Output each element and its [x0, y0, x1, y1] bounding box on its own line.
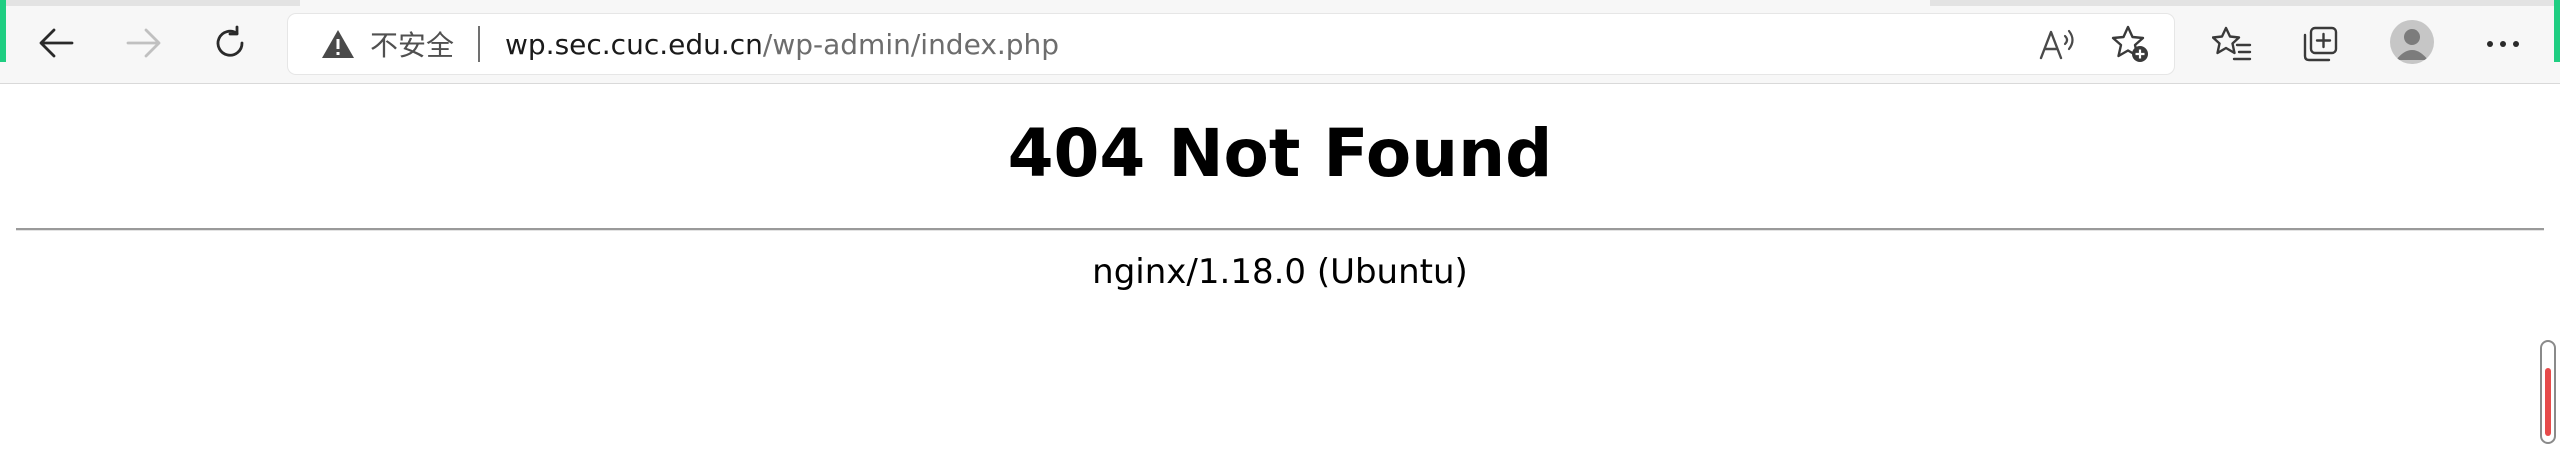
page-content: 404 Not Found nginx/1.18.0 (Ubuntu) — [0, 84, 2560, 462]
read-aloud-button[interactable] — [2036, 22, 2080, 66]
forward-button[interactable] — [118, 20, 170, 66]
url-text[interactable]: wp.sec.cuc.edu.cn/wp-admin/index.php — [505, 22, 1059, 66]
more-button[interactable] — [2478, 22, 2528, 66]
window-accent-right — [2554, 0, 2560, 62]
server-signature: nginx/1.18.0 (Ubuntu) — [1092, 252, 1468, 292]
star-plus-icon — [2111, 25, 2148, 62]
arrow-left-icon — [39, 28, 74, 58]
url-host: wp.sec.cuc.edu.cn — [505, 27, 763, 61]
browser-toolbar: 不安全 wp.sec.cuc.edu.cn/wp-admin/index.php — [0, 0, 2560, 84]
arrow-right-icon — [126, 28, 161, 58]
add-favorite-button[interactable] — [2106, 20, 2154, 68]
address-divider — [478, 26, 480, 62]
profile-button[interactable] — [2390, 20, 2434, 64]
horizontal-rule — [16, 228, 2544, 231]
site-info-button[interactable] — [318, 24, 358, 64]
collections-icon — [2303, 26, 2338, 62]
not-secure-label[interactable]: 不安全 — [370, 22, 454, 66]
browser-window: 不安全 wp.sec.cuc.edu.cn/wp-admin/index.php — [0, 0, 2560, 462]
favorites-list-icon — [2212, 26, 2252, 61]
refresh-button[interactable] — [205, 18, 255, 68]
read-aloud-icon — [2039, 29, 2074, 60]
more-dots-icon — [2487, 41, 2519, 47]
collections-button[interactable] — [2296, 20, 2344, 68]
tab-strip — [0, 0, 2560, 6]
warning-triangle-icon — [322, 30, 354, 58]
back-button[interactable] — [30, 20, 82, 66]
favorites-button[interactable] — [2208, 20, 2256, 68]
scrollbar-thumb[interactable] — [2545, 368, 2551, 436]
url-path: /wp-admin/index.php — [762, 27, 1060, 61]
vertical-scrollbar[interactable] — [2540, 340, 2556, 444]
window-accent-left — [0, 0, 6, 62]
refresh-icon — [216, 25, 244, 57]
active-tab-edge — [300, 0, 1930, 6]
profile-avatar-icon — [2396, 29, 2428, 60]
page-title: 404 Not Found — [1007, 115, 1553, 192]
